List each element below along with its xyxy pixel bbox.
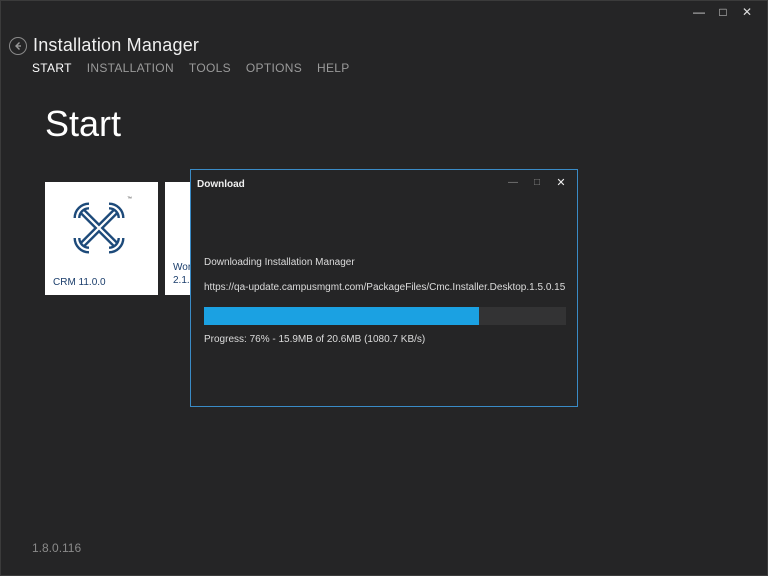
progress-bar-fill xyxy=(204,307,480,325)
minimize-icon: — xyxy=(508,176,518,188)
tab-help[interactable]: HELP xyxy=(317,61,350,75)
main-nav: START INSTALLATION TOOLS OPTIONS HELP xyxy=(32,61,350,75)
dialog-close-button[interactable]: ✕ xyxy=(549,174,573,190)
crm-logo-icon xyxy=(73,202,125,254)
tab-installation[interactable]: INSTALLATION xyxy=(87,61,174,75)
minimize-button[interactable]: — xyxy=(687,3,711,21)
app-window: — □ ✕ Installation Manager START INSTALL… xyxy=(0,0,768,576)
window-controls: — □ ✕ xyxy=(687,3,759,21)
maximize-icon: □ xyxy=(533,176,541,188)
download-dialog: Download — □ ✕ Downloading Installation … xyxy=(190,169,578,407)
close-icon: ✕ xyxy=(741,5,753,19)
page-title: Start xyxy=(45,103,122,144)
app-title: Installation Manager xyxy=(33,35,200,55)
dialog-minimize-button[interactable]: — xyxy=(501,174,525,190)
dialog-maximize-button[interactable]: □ xyxy=(525,174,549,190)
arrow-left-icon xyxy=(15,42,21,50)
tile-label: CRM 11.0.0 xyxy=(53,277,106,288)
close-icon: ✕ xyxy=(556,176,566,189)
progress-status: Progress: 76% - 15.9MB of 20.6MB (1080.7… xyxy=(204,334,426,345)
tab-start[interactable]: START xyxy=(32,61,72,75)
minimize-icon: — xyxy=(693,5,705,19)
trademark-mark: ™ xyxy=(127,196,132,202)
dialog-title: Download xyxy=(197,179,245,190)
download-progress-bar xyxy=(204,307,566,325)
close-button[interactable]: ✕ xyxy=(735,3,759,21)
download-message: Downloading Installation Manager xyxy=(204,257,355,268)
maximize-icon: □ xyxy=(719,5,727,19)
product-tile-crm[interactable]: ™ CRM 11.0.0 xyxy=(45,182,158,295)
version-label: 1.8.0.116 xyxy=(32,541,82,555)
maximize-button[interactable]: □ xyxy=(711,3,735,21)
tab-options[interactable]: OPTIONS xyxy=(246,61,302,75)
back-button[interactable] xyxy=(9,37,27,55)
tab-tools[interactable]: TOOLS xyxy=(189,61,231,75)
download-url: https://qa-update.campusmgmt.com/Package… xyxy=(204,282,566,293)
dialog-window-controls: — □ ✕ xyxy=(501,174,573,190)
